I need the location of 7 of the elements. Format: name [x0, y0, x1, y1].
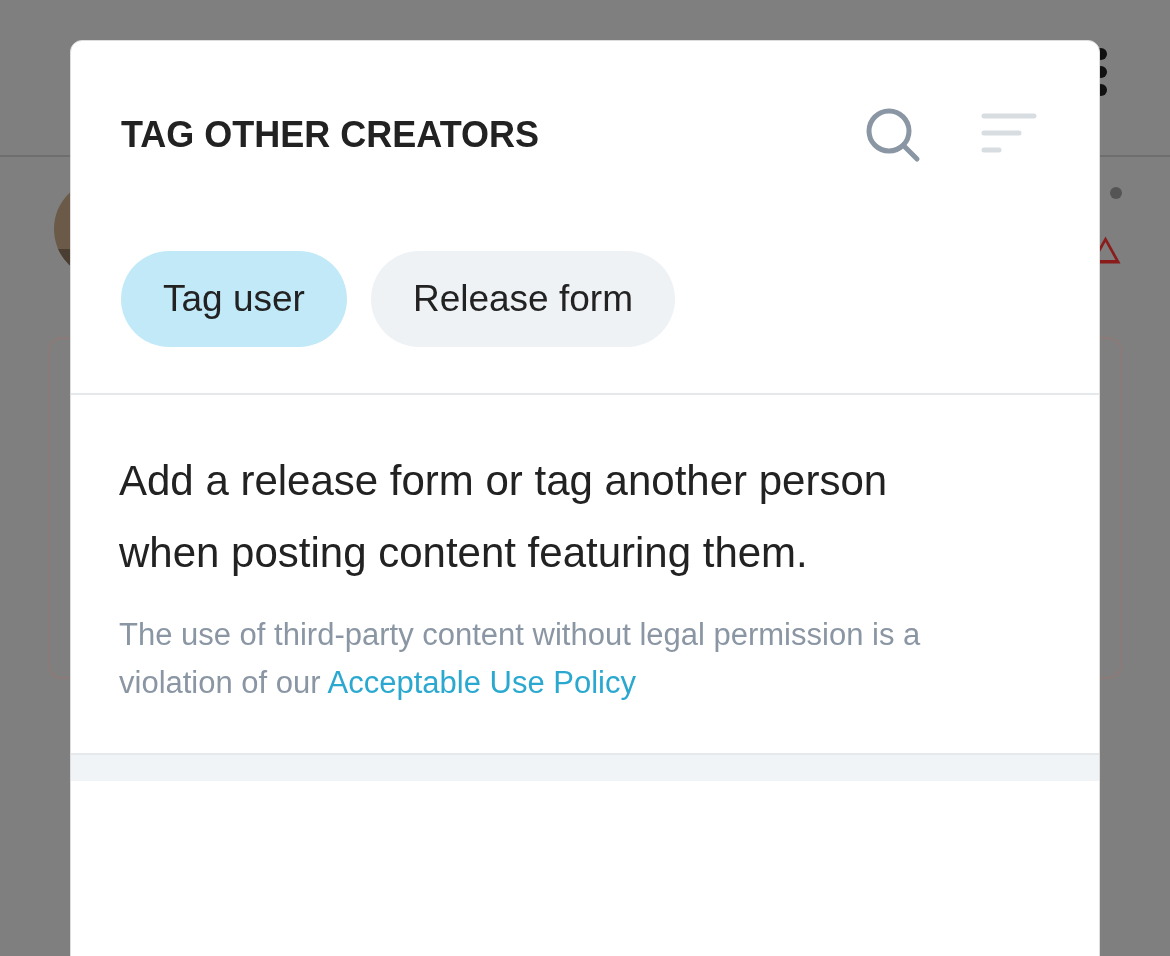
description-text: Add a release form or tag another person when posting content featuring them. — [119, 456, 889, 578]
filter-tab[interactable]: Release form — [370, 251, 675, 347]
filter-tab[interactable]: Tag user — [121, 251, 347, 347]
dot-icon — [1110, 187, 1122, 199]
search-icon[interactable] — [865, 107, 921, 163]
policy-note: The use of third-party content without legal permission is a violation of our Acceptable Use Policy — [119, 616, 922, 702]
dialog-title: TAG OTHER CREATORS — [121, 114, 540, 156]
